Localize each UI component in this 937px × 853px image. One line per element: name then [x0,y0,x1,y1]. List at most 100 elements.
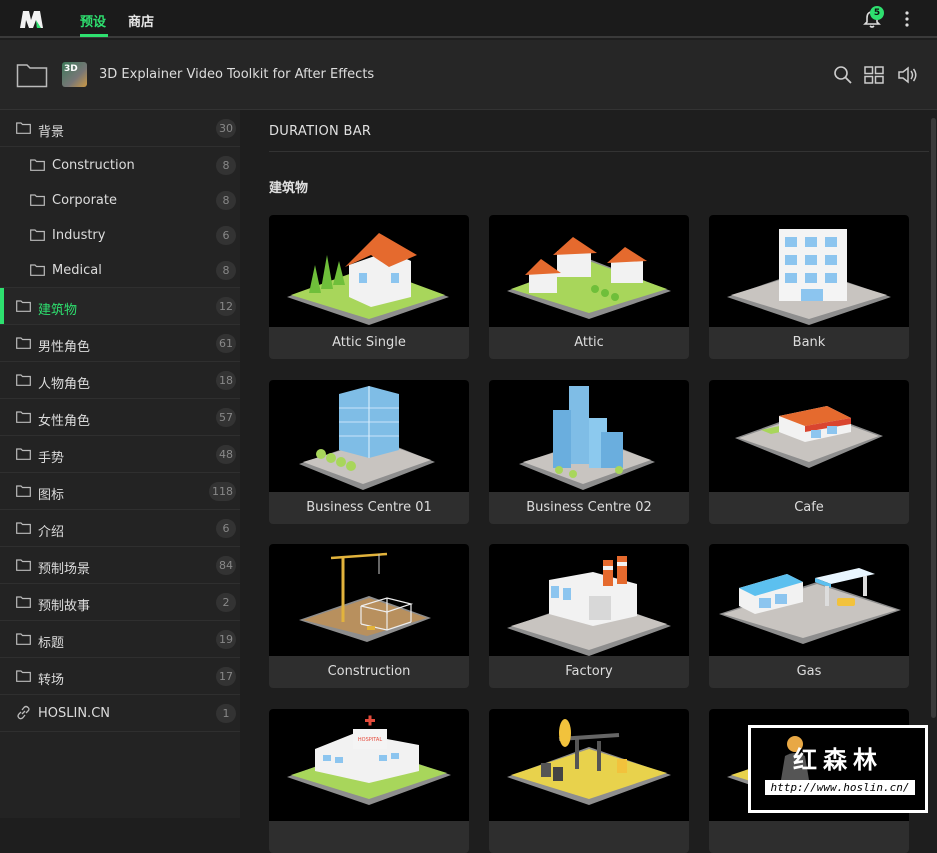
sidebar-item-construction[interactable]: Construction 8 [0,147,240,182]
item-count-badge: 30 [216,119,236,138]
sidebar-item-background[interactable]: 背景 30 [0,110,240,147]
preset-card-bank[interactable]: Bank [709,215,909,359]
sidebar-item-label: 人物角色 [38,377,91,392]
watermark-url: http://www.hoslin.cn/ [765,780,915,795]
folder-icon [30,264,45,276]
item-count-badge: 12 [216,297,236,316]
app-logo[interactable] [18,8,44,30]
sidebar-item-icons[interactable]: 图标 118 [0,473,240,510]
item-count-badge: 8 [216,261,236,280]
tab-store[interactable]: 商店 [128,11,154,30]
search-icon[interactable] [832,64,854,86]
sidebar-item-label: 预制故事 [38,599,91,614]
preset-card-name: Bank [792,335,826,350]
folder-icon [16,522,31,534]
category-title: 建筑物 [269,181,309,196]
folder-icon [16,485,31,497]
preset-card-name: Business Centre 02 [526,500,652,515]
preset-card-business-centre-02[interactable]: Business Centre 02 [489,380,689,524]
sidebar-item-male-characters[interactable]: 男性角色 61 [0,325,240,362]
top-bar: 预设 商店 5 [0,0,937,38]
preset-card-oil-pump[interactable] [489,709,689,853]
folder-icon [16,670,31,682]
item-count-badge: 1 [216,704,236,723]
sidebar-item-medical[interactable]: Medical 8 [0,252,240,288]
preset-card-attic[interactable]: Attic [489,215,689,359]
preset-card-name: Attic Single [332,335,406,350]
folder-icon [16,596,31,608]
hospital-icon: HOSPITAL [269,709,469,821]
sidebar-item-gestures[interactable]: 手势 48 [0,436,240,473]
active-indicator [0,288,4,324]
folder-icon [16,448,31,460]
sidebar-item-female-characters[interactable]: 女性角色 57 [0,399,240,436]
item-count-badge: 2 [216,593,236,612]
sidebar-item-intro[interactable]: 介绍 6 [0,510,240,547]
folder-icon [16,411,31,423]
preset-card-business-centre-01[interactable]: Business Centre 01 [269,380,469,524]
tab-active-indicator [80,34,108,37]
sidebar-item-label: Construction [52,158,135,173]
item-count-badge: 61 [216,334,236,353]
watermark: 红森林 http://www.hoslin.cn/ [748,725,928,813]
bank-icon [709,215,909,327]
section-title: DURATION BAR [269,124,372,139]
link-icon [17,705,30,720]
preset-card-cafe[interactable]: Cafe [709,380,909,524]
hospital-sign: HOSPITAL [358,737,382,743]
sidebar-item-label: 预制场景 [38,562,91,577]
folder-icon [30,159,45,171]
gas-station-icon [709,544,909,656]
preset-card-construction[interactable]: Construction [269,544,469,688]
sidebar-item-label: Corporate [52,193,117,208]
folder-icon [16,122,31,134]
section-divider [269,151,929,152]
item-count-badge: 8 [216,156,236,175]
preset-card-factory[interactable]: Factory [489,544,689,688]
sidebar-item-label: 标题 [38,636,65,651]
factory-icon [489,544,689,656]
item-count-badge: 17 [216,667,236,686]
sidebar-item-characters[interactable]: 人物角色 18 [0,362,240,399]
scrollbar-thumb[interactable] [931,118,936,718]
tab-presets[interactable]: 预设 [80,11,106,30]
house-icon [269,215,469,327]
folder-icon [30,229,45,241]
preset-card-attic-single[interactable]: Attic Single [269,215,469,359]
more-menu-icon[interactable] [900,10,914,28]
volume-icon[interactable] [897,64,919,86]
sidebar-item-transitions[interactable]: 转场 17 [0,658,240,695]
sidebar-item-label: 介绍 [38,525,65,540]
sidebar-item-titles[interactable]: 标题 19 [0,621,240,658]
folder-icon [16,337,31,349]
skyscrapers-icon [489,380,689,492]
item-count-badge: 18 [216,371,236,390]
preset-card-name: Construction [327,664,411,679]
item-count-badge: 57 [216,408,236,427]
sidebar-item-label: 背景 [38,125,65,140]
oil-pump-icon [489,709,689,821]
grid-view-icon[interactable] [863,64,885,86]
preset-card-gas[interactable]: Gas [709,544,909,688]
sidebar-item-hoslin-link[interactable]: HOSLIN.CN 1 [0,695,240,732]
item-count-badge: 48 [216,445,236,464]
sidebar-item-buildings[interactable]: 建筑物 12 [0,288,240,325]
cafe-icon [709,380,909,492]
sidebar-item-industry[interactable]: Industry 6 [0,217,240,252]
sidebar-item-label: HOSLIN.CN [38,706,110,721]
preset-card-hospital[interactable]: HOSPITAL [269,709,469,853]
folder-icon [16,300,31,312]
item-count-badge: 19 [216,630,236,649]
item-count-badge: 84 [216,556,236,575]
sidebar-item-label: Industry [52,228,106,243]
sidebar-item-label: Medical [52,263,102,278]
preset-card-name: Factory [565,664,613,679]
sidebar-item-label: 男性角色 [38,340,91,355]
sidebar-item-preset-scenes[interactable]: 预制场景 84 [0,547,240,584]
preset-card-name: Attic [574,335,604,350]
sidebar-item-corporate[interactable]: Corporate 8 [0,182,240,217]
sidebar-item-preset-stories[interactable]: 预制故事 2 [0,584,240,621]
sidebar-item-label: 手势 [38,451,65,466]
preset-card-name: Gas [796,664,822,679]
folder-icon[interactable] [16,62,48,88]
